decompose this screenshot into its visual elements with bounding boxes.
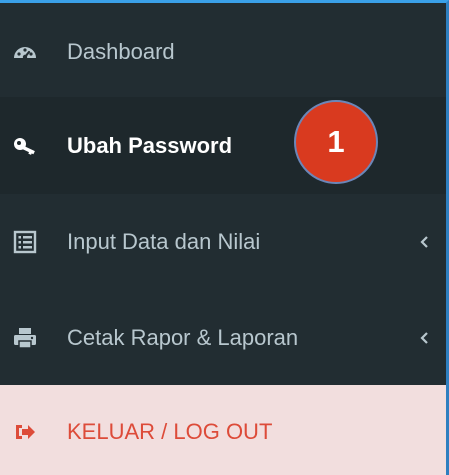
sign-out-icon — [12, 419, 38, 445]
sidebar-item-label: Dashboard — [67, 38, 175, 64]
step-number-badge: 1 — [294, 100, 378, 184]
sidebar-menu: Dashboard Ubah Password Input Data dan N… — [0, 6, 446, 475]
sidebar-item-label: Cetak Rapor & Laporan — [67, 324, 299, 350]
sidebar-item-logout[interactable]: KELUAR / LOG OUT — [0, 385, 446, 475]
sidebar-panel: Dashboard Ubah Password Input Data dan N… — [0, 0, 449, 475]
sidebar-item-input-data-dan-nilai[interactable]: Input Data dan Nilai — [0, 194, 446, 290]
sidebar-item-ubah-password[interactable]: Ubah Password — [0, 97, 446, 194]
sidebar-item-label: Input Data dan Nilai — [67, 229, 261, 254]
sidebar-item-cetak-rapor-laporan[interactable]: Cetak Rapor & Laporan — [0, 290, 446, 385]
chevron-left-icon[interactable] — [416, 232, 432, 252]
sidebar-item-dashboard[interactable]: Dashboard — [0, 6, 446, 97]
list-icon — [12, 229, 38, 255]
key-icon — [12, 133, 38, 159]
dashboard-icon — [12, 39, 38, 65]
printer-icon — [12, 325, 38, 351]
sidebar-item-label: Ubah Password — [67, 132, 233, 158]
sidebar-item-label: KELUAR / LOG OUT — [67, 418, 273, 444]
chevron-left-icon[interactable] — [416, 328, 432, 348]
